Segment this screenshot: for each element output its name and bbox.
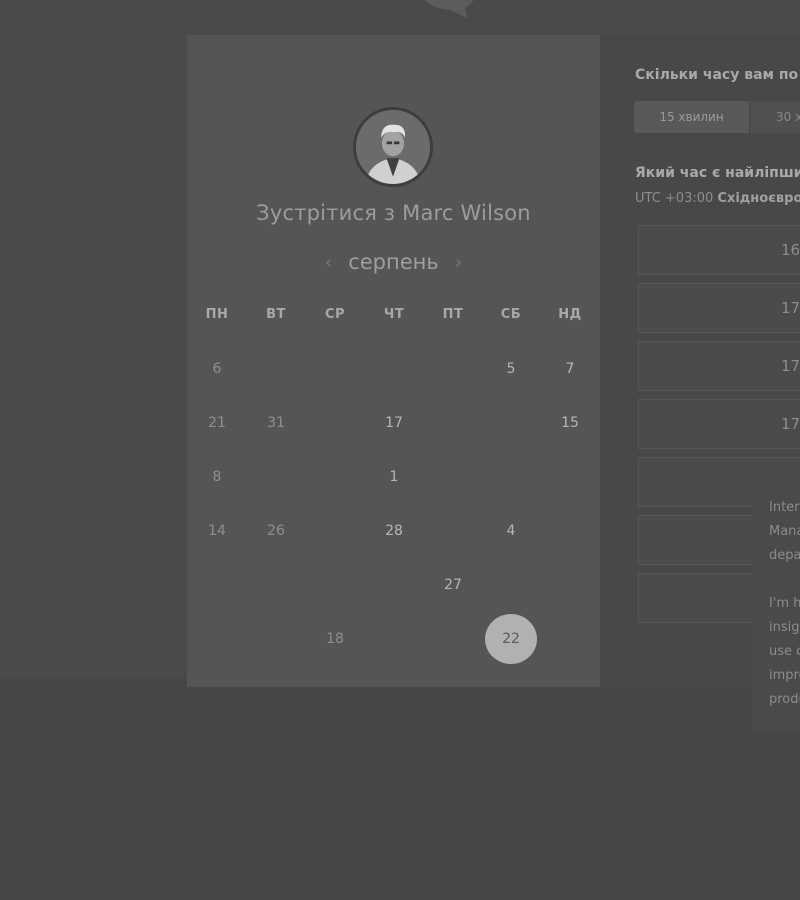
chevron-right-icon[interactable]: › <box>455 252 462 273</box>
calendar-day[interactable] <box>545 627 595 651</box>
weekday-sun: НД <box>558 307 582 322</box>
calendar-day[interactable]: 26 <box>251 519 301 543</box>
duration-option-15[interactable]: 15 хвилин <box>634 101 750 133</box>
timezone-name: Східноєвро <box>717 191 800 206</box>
calendar-day[interactable] <box>369 357 419 381</box>
duration-question: Скільки часу вам по <box>635 67 799 83</box>
calendar-card: Зустрітися з Marc Wilson ‹ серпень › ПН … <box>187 35 600 687</box>
month-navigation: ‹ серпень › <box>187 247 600 277</box>
popup-line: depa <box>769 548 800 563</box>
calendar-day[interactable]: 22 <box>485 614 537 664</box>
calendar-day[interactable] <box>428 465 478 489</box>
host-info-popup: Interc Mana depa I'm h insig use c impro… <box>752 490 800 730</box>
calendar-day[interactable] <box>310 519 360 543</box>
calendar-day[interactable]: 31 <box>251 411 301 435</box>
calendar-day[interactable] <box>486 411 536 435</box>
calendar-day[interactable] <box>192 573 242 597</box>
calendar-day[interactable] <box>310 357 360 381</box>
calendar-day[interactable] <box>251 573 301 597</box>
timezone-label[interactable]: UTC +03:00 Східноєвро <box>635 191 800 206</box>
duration-option-30[interactable]: 30 х <box>750 101 800 133</box>
calendar-day[interactable] <box>310 573 360 597</box>
calendar-day[interactable]: 15 <box>545 411 595 435</box>
calendar-day[interactable] <box>486 573 536 597</box>
time-slot[interactable]: 17 <box>638 283 800 333</box>
calendar-day[interactable] <box>369 627 419 651</box>
time-slot[interactable]: 16 <box>638 225 800 275</box>
timezone-offset: UTC +03:00 <box>635 191 714 206</box>
calendar-day[interactable]: 8 <box>192 465 242 489</box>
calendar-day[interactable]: 4 <box>486 519 536 543</box>
calendar-day[interactable]: 21 <box>192 411 242 435</box>
avatar <box>353 107 433 187</box>
page-footer-area <box>0 678 800 900</box>
calendar-day[interactable] <box>192 627 242 651</box>
calendar-day[interactable]: 1 <box>369 465 419 489</box>
calendar-day[interactable]: 14 <box>192 519 242 543</box>
month-label: серпень <box>348 250 439 274</box>
calendar-day[interactable]: 18 <box>310 627 360 651</box>
weekday-wed: СР <box>324 307 346 322</box>
time-slot[interactable]: 17 <box>638 341 800 391</box>
popup-line: produ <box>769 692 800 707</box>
calendar-day[interactable] <box>428 411 478 435</box>
calendar-day[interactable]: 17 <box>369 411 419 435</box>
popup-line: impro <box>769 668 800 683</box>
weekday-sat: СБ <box>500 307 522 322</box>
popup-line: I'm h <box>769 596 800 611</box>
weekday-fri: ПТ <box>442 307 464 322</box>
calendar-day[interactable] <box>486 465 536 489</box>
calendar-day[interactable]: 7 <box>545 357 595 381</box>
calendar-day[interactable] <box>369 573 419 597</box>
time-slot[interactable]: 17 <box>638 399 800 449</box>
page-title: Зустрітися з Marc Wilson <box>256 201 531 225</box>
calendar-day[interactable] <box>310 465 360 489</box>
calendar-day[interactable]: 5 <box>486 357 536 381</box>
calendar-day[interactable] <box>545 465 595 489</box>
popup-line: Mana <box>769 524 800 539</box>
chevron-left-icon[interactable]: ‹ <box>325 252 332 273</box>
calendar-day[interactable] <box>545 519 595 543</box>
popup-line: Interc <box>769 500 800 515</box>
calendar-day[interactable] <box>251 627 301 651</box>
time-question: Який час є найліпши <box>635 165 800 181</box>
calendar-day[interactable]: 28 <box>369 519 419 543</box>
popup-line: use c <box>769 644 800 659</box>
calendar-day[interactable] <box>545 573 595 597</box>
calendar-day[interactable] <box>310 411 360 435</box>
calendar-day[interactable]: 6 <box>192 357 242 381</box>
calendar-day[interactable] <box>251 465 301 489</box>
popup-line: insig <box>769 620 800 635</box>
calendar-day[interactable] <box>428 519 478 543</box>
calendar-day[interactable] <box>428 357 478 381</box>
calendar-day[interactable] <box>251 357 301 381</box>
calendar-day[interactable]: 27 <box>428 573 478 597</box>
weekday-mon: ПН <box>205 307 229 322</box>
speech-bubble-logo-icon <box>395 0 725 20</box>
duration-selector: 15 хвилин 30 х <box>634 101 800 133</box>
weekday-header: ПН ВТ СР ЧТ ПТ СБ НД <box>187 307 600 327</box>
weekday-tue: ВТ <box>266 307 286 322</box>
calendar-day[interactable] <box>428 627 478 651</box>
weekday-thu: ЧТ <box>383 307 405 322</box>
